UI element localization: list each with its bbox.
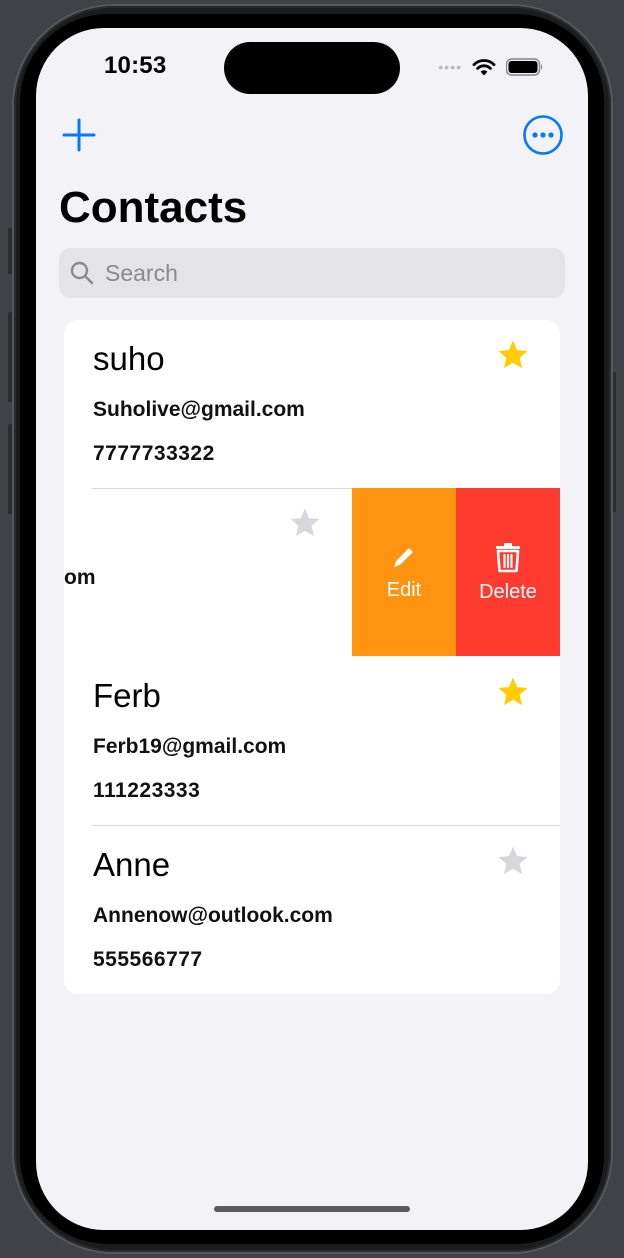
contact-email: Suholive@gmail.com bbox=[93, 398, 305, 421]
search-bar[interactable] bbox=[59, 248, 565, 298]
pencil-icon bbox=[394, 547, 413, 567]
wifi-icon bbox=[472, 59, 496, 76]
edit-label: Edit bbox=[386, 578, 422, 601]
contacts-list: suho Suholive@gmail.com 7777733322 om Ed… bbox=[64, 320, 560, 994]
contact-phone: 7777733322 bbox=[93, 442, 215, 465]
favorite-star-icon[interactable] bbox=[496, 338, 530, 372]
contact-name: Anne bbox=[93, 846, 171, 883]
dynamic-island bbox=[224, 42, 400, 94]
contact-email: Annenow@outlook.com bbox=[93, 904, 333, 927]
favorite-star-icon[interactable] bbox=[288, 506, 322, 540]
swiped-row-content[interactable]: om bbox=[64, 488, 352, 656]
favorite-star-icon[interactable] bbox=[496, 675, 530, 709]
search-input[interactable] bbox=[103, 258, 537, 288]
contact-email: om bbox=[64, 566, 96, 589]
list-item-swiped[interactable]: om Edit Delete bbox=[64, 488, 560, 656]
add-contact-button[interactable] bbox=[58, 114, 100, 156]
more-options-button[interactable] bbox=[522, 114, 564, 156]
ellipsis-circle-icon bbox=[523, 115, 563, 155]
contact-phone: 555566777 bbox=[93, 948, 203, 971]
trash-icon bbox=[496, 542, 520, 572]
favorite-star-icon[interactable] bbox=[496, 844, 530, 878]
list-item[interactable]: suho Suholive@gmail.com 7777733322 bbox=[64, 320, 560, 488]
contact-phone: 111223333 bbox=[93, 779, 201, 802]
status-icons: •••• bbox=[438, 56, 544, 78]
list-item[interactable]: Anne Annenow@outlook.com 555566777 bbox=[64, 826, 560, 994]
plus-icon bbox=[62, 118, 96, 152]
search-icon bbox=[70, 261, 94, 285]
contact-name: suho bbox=[93, 340, 165, 377]
home-indicator[interactable] bbox=[214, 1206, 410, 1212]
delete-button[interactable]: Delete bbox=[456, 488, 560, 656]
edit-button[interactable]: Edit bbox=[352, 488, 456, 656]
status-time: 10:53 bbox=[104, 52, 167, 79]
contact-name: Ferb bbox=[93, 677, 161, 714]
delete-label: Delete bbox=[479, 580, 537, 603]
list-item[interactable]: Ferb Ferb19@gmail.com 111223333 bbox=[64, 657, 560, 825]
battery-icon bbox=[506, 58, 543, 76]
page-title: Contacts bbox=[59, 183, 248, 232]
contact-email: Ferb19@gmail.com bbox=[93, 735, 287, 758]
cellular-signal-icon: •••• bbox=[438, 59, 462, 75]
screen: 10:53 •••• Contacts Search suho Suholive… bbox=[36, 28, 588, 1230]
